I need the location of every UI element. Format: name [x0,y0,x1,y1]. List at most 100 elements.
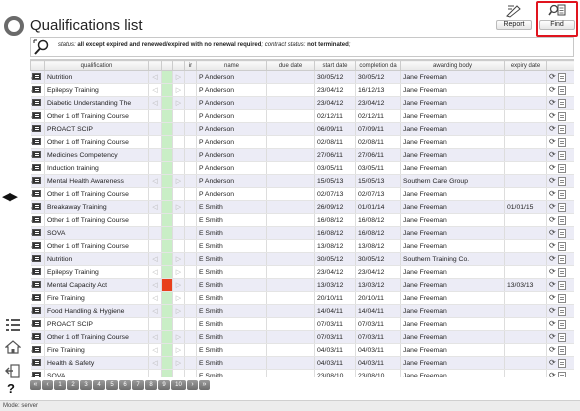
row-actions[interactable]: ⟳ [546,96,574,110]
refresh-icon[interactable]: ⟳ [549,111,556,120]
table-row[interactable]: PROACT SCIP E Smith 07/03/11 07/03/11 Jane F… [30,317,574,331]
row-actions[interactable]: ⟳ [546,200,574,214]
row-actions[interactable]: ⟳ [546,226,574,240]
table-row[interactable]: Mental Capacity Act ◁ ▷ E Smith 13/03/12 13/0… [30,278,574,292]
table-row[interactable]: Mental Health Awareness ◁ ▷ P Anderson 15/05… [30,174,574,188]
document-icon[interactable] [557,332,566,342]
col-header-due-date[interactable]: due date [266,60,315,71]
table-row[interactable]: PROACT SCIP P Anderson 06/09/11 07/09/11 Jan… [30,122,574,136]
table-row[interactable]: Epilepsy Training ◁ ▷ E Smith 23/04/12 23/04/… [30,265,574,279]
record-icon[interactable] [30,109,45,123]
col-header-qualification[interactable]: qualification [44,60,149,71]
document-icon[interactable] [557,163,566,173]
row-actions[interactable]: ⟳ [546,83,574,97]
row-actions[interactable]: ⟳ [546,317,574,331]
pager-page-button[interactable]: 2 [67,380,79,390]
document-icon[interactable] [557,72,566,82]
record-icon[interactable] [30,135,45,149]
row-actions[interactable]: ⟳ [546,148,574,162]
arrow-right-icon[interactable]: ▷ [172,330,185,344]
pager-page-button[interactable]: 9 [158,380,170,390]
record-icon[interactable] [30,343,45,357]
record-icon[interactable] [30,265,45,279]
arrow-right-icon[interactable]: ▷ [172,70,185,84]
refresh-icon[interactable]: ⟳ [549,241,556,250]
qualifications-grid[interactable]: qualification ir name due date start dat… [30,59,574,377]
record-icon[interactable] [30,122,45,136]
table-row[interactable]: Breakaway Training ◁ ▷ E Smith 26/09/12 01/01… [30,200,574,214]
refresh-icon[interactable]: ⟳ [549,72,556,81]
list-settings-icon[interactable] [5,318,21,332]
row-actions[interactable]: ⟳ [546,239,574,253]
document-icon[interactable] [557,345,566,355]
pager-page-button[interactable]: 8 [145,380,157,390]
arrow-right-icon[interactable]: ▷ [172,356,185,370]
pager-page-button[interactable]: 7 [132,380,144,390]
row-actions[interactable]: ⟳ [546,356,574,370]
document-icon[interactable] [557,111,566,121]
document-icon[interactable] [557,267,566,277]
table-row[interactable]: Other 1 off Training Course P Anderson 02/… [30,187,574,201]
arrow-left-icon[interactable]: ◁ [148,265,162,279]
arrow-right-icon[interactable]: ▷ [172,278,185,292]
arrow-left-icon[interactable]: ◁ [148,291,162,305]
arrow-right-icon[interactable]: ▷ [172,265,185,279]
help-icon[interactable]: ? [7,381,15,396]
table-row[interactable]: Other 1 off Training Course P Anderson 02/… [30,135,574,149]
document-icon[interactable] [557,371,566,377]
table-row[interactable]: Other 1 off Training Course P Anderson 02/… [30,109,574,123]
record-icon[interactable] [30,96,45,110]
row-actions[interactable]: ⟳ [546,343,574,357]
col-header-expiry-date[interactable]: expiry date [504,60,547,71]
arrow-left-icon[interactable]: ◁ [148,343,162,357]
refresh-icon[interactable]: ⟳ [549,150,556,159]
document-icon[interactable] [557,280,566,290]
record-icon[interactable] [30,187,45,201]
row-actions[interactable]: ⟳ [546,109,574,123]
arrow-right-icon[interactable]: ▷ [172,96,185,110]
document-icon[interactable] [557,124,566,134]
refresh-icon[interactable]: ⟳ [549,189,556,198]
row-actions[interactable]: ⟳ [546,265,574,279]
pager-page-button[interactable]: 3 [80,380,92,390]
refresh-icon[interactable]: ⟳ [549,124,556,133]
table-row[interactable]: Induction training P Anderson 03/05/11 03/0… [30,161,574,175]
refresh-icon[interactable]: ⟳ [549,176,556,185]
arrow-left-icon[interactable]: ◁ [148,83,162,97]
row-actions[interactable]: ⟳ [546,174,574,188]
table-row[interactable]: Fire Training ◁ ▷ E Smith 04/03/11 04/03/11 Ja… [30,343,574,357]
document-icon[interactable] [557,215,566,225]
refresh-icon[interactable]: ⟳ [549,202,556,211]
document-icon[interactable] [557,137,566,147]
document-icon[interactable] [557,254,566,264]
row-actions[interactable]: ⟳ [546,161,574,175]
record-icon[interactable] [30,226,45,240]
home-icon[interactable] [4,340,22,354]
arrow-right-icon[interactable]: ▷ [172,343,185,357]
row-actions[interactable]: ⟳ [546,135,574,149]
record-icon[interactable] [30,148,45,162]
col-header-completion-date[interactable]: completion da [355,60,401,71]
logout-icon[interactable] [5,364,21,378]
refresh-icon[interactable]: ⟳ [549,254,556,263]
table-row[interactable]: Medicines Competency P Anderson 27/06/11 27… [30,148,574,162]
pager-last-button[interactable]: » [199,380,210,390]
arrow-right-icon[interactable]: ▷ [172,291,185,305]
row-actions[interactable]: ⟳ [546,122,574,136]
table-row[interactable]: Nutrition ◁ ▷ P Anderson 30/05/12 30/05/12 Jan… [30,70,574,84]
record-icon[interactable] [30,369,45,377]
arrow-left-icon[interactable]: ◁ [148,252,162,266]
row-actions[interactable]: ⟳ [546,252,574,266]
document-icon[interactable] [557,202,566,212]
pager-first-button[interactable]: « [30,380,41,390]
arrow-right-icon[interactable]: ▷ [172,252,185,266]
document-icon[interactable] [557,150,566,160]
record-icon[interactable] [30,83,45,97]
record-icon[interactable] [30,174,45,188]
arrow-left-icon[interactable]: ◁ [148,70,162,84]
table-row[interactable]: Epilepsy Training ◁ ▷ P Anderson 23/04/12 16/… [30,83,574,97]
search-icon[interactable] [33,39,49,55]
document-icon[interactable] [557,176,566,186]
col-header-awarding-body[interactable]: awarding body [400,60,505,71]
refresh-icon[interactable]: ⟳ [549,137,556,146]
